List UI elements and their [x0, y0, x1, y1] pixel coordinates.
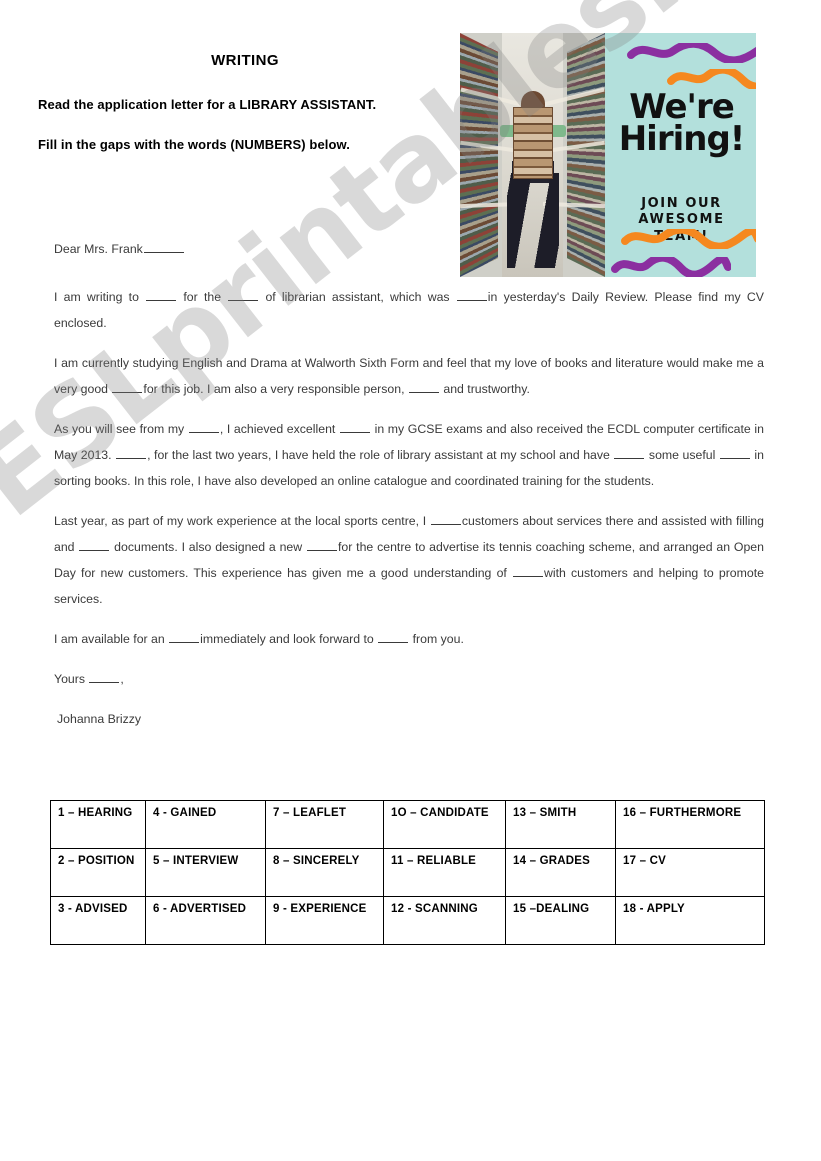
letter-paragraph-2: I am currently studying English and Dram… [54, 350, 764, 402]
wordbank-cell[interactable]: 13 – SMITH [505, 800, 616, 849]
blank-10[interactable] [614, 448, 645, 459]
stack-of-books [512, 107, 553, 179]
letter-signature: Johanna Brizzy [57, 712, 142, 726]
p5-text-c: from you. [409, 632, 464, 646]
wave-orange-bottom-icon [621, 229, 756, 249]
wordbank-cell[interactable]: 2 – POSITION [50, 848, 146, 897]
p3-text-b: , I achieved excellent [219, 422, 339, 436]
p1-text-a: I am writing to [54, 290, 146, 304]
closing-text-after: , [120, 672, 124, 686]
wordbank-cell[interactable]: 8 – SINCERELY [265, 848, 384, 897]
wordbank-cell[interactable]: 17 – CV [615, 848, 765, 897]
blank-15[interactable] [513, 566, 543, 577]
poster-headline-line2: Hiring! [618, 119, 746, 160]
blank-12[interactable] [430, 514, 461, 525]
p4-text-a: Last year, as part of my work experience… [54, 514, 430, 528]
p5-text-a: I am available for an [54, 632, 169, 646]
wordbank-cell[interactable]: 3 - ADVISED [50, 896, 146, 945]
bookshelf-right [567, 33, 605, 277]
library-photo [460, 33, 605, 277]
bookshelf-left [460, 33, 498, 277]
p1-text-b: for the [177, 290, 228, 304]
p5-text-b: immediately and look forward to [200, 632, 378, 646]
blank-18[interactable] [89, 672, 120, 683]
application-letter: Dear Mrs. Frank I am writing to for the … [54, 236, 764, 746]
poster-subline-1: JOIN OUR [641, 196, 722, 211]
table-row: 3 - ADVISED 6 - ADVERTISED 9 - EXPERIENC… [50, 896, 765, 945]
blank-6[interactable] [408, 382, 439, 393]
wordbank-cell[interactable]: 7 – LEAFLET [265, 800, 384, 849]
p4-text-c: documents. I also designed a new [110, 540, 306, 554]
wordbank-cell[interactable]: 6 - ADVERTISED [145, 896, 266, 945]
wave-purple-bottom-icon [611, 257, 731, 277]
p3-text-a: As you will see from my [54, 422, 188, 436]
blank-3[interactable] [228, 290, 259, 301]
blank-1[interactable] [143, 242, 184, 253]
blank-7[interactable] [188, 422, 219, 433]
wordbank-body: 1 – HEARING 4 - GAINED 7 – LEAFLET 1O – … [50, 800, 765, 945]
worksheet-page: WRITING Read the application letter for … [0, 0, 821, 1161]
closing-text-before: Yours [54, 672, 89, 686]
wordbank-cell[interactable]: 9 - EXPERIENCE [265, 896, 384, 945]
blank-2[interactable] [146, 290, 177, 301]
wordbank-cell[interactable]: 16 – FURTHERMORE [615, 800, 765, 849]
table-row: 2 – POSITION 5 – INTERVIEW 8 – SINCERELY… [50, 848, 765, 897]
poster-headline: We're Hiring! [615, 90, 748, 160]
blank-9[interactable] [116, 448, 147, 459]
blank-8[interactable] [339, 422, 370, 433]
letter-paragraph-4: Last year, as part of my work experience… [54, 508, 764, 612]
blank-14[interactable] [306, 540, 337, 551]
p2-text-b: for this job. I am also a very responsib… [143, 382, 408, 396]
p1-text-c: of librarian assistant, which was [259, 290, 456, 304]
instruction-line-2: Fill in the gaps with the words (NUMBERS… [38, 137, 350, 152]
person-legs [506, 173, 559, 268]
p2-text-c: and trustworthy. [439, 382, 530, 396]
wordbank-cell[interactable]: 1O – CANDIDATE [383, 800, 506, 849]
letter-paragraph-5: I am available for an immediately and lo… [54, 626, 764, 652]
letter-paragraph-1: I am writing to for the of librarian ass… [54, 284, 764, 336]
salutation-text: Dear Mrs. Frank [54, 242, 143, 256]
blank-16[interactable] [169, 632, 200, 643]
poster-text-panel: We're Hiring! JOIN OUR AWESOME TEAM! [605, 33, 756, 277]
wordbank-cell[interactable]: 14 – GRADES [505, 848, 616, 897]
blank-4[interactable] [456, 290, 487, 301]
wordbank-cell[interactable]: 18 - APPLY [615, 896, 765, 945]
table-row: 1 – HEARING 4 - GAINED 7 – LEAFLET 1O – … [50, 800, 765, 849]
wordbank-cell[interactable]: 4 - GAINED [145, 800, 266, 849]
wave-purple-top-icon [627, 43, 756, 63]
wordbank-cell[interactable]: 15 –DEALING [505, 896, 616, 945]
letter-paragraph-3: As you will see from my , I achieved exc… [54, 416, 764, 494]
blank-11[interactable] [719, 448, 750, 459]
wordbank-table: 1 – HEARING 4 - GAINED 7 – LEAFLET 1O – … [50, 800, 765, 945]
wordbank-cell[interactable]: 5 – INTERVIEW [145, 848, 266, 897]
p3-text-d: , for the last two years, I have held th… [147, 448, 614, 462]
blank-5[interactable] [112, 382, 143, 393]
wave-orange-top-icon [667, 69, 756, 89]
wordbank-cell[interactable]: 1 – HEARING [50, 800, 146, 849]
p3-text-e: some useful [645, 448, 719, 462]
instruction-line-1: Read the application letter for a LIBRAR… [38, 97, 377, 112]
letter-closing: Yours , [54, 666, 764, 692]
wordbank-cell[interactable]: 11 – RELIABLE [383, 848, 506, 897]
page-title: WRITING [211, 52, 279, 69]
were-hiring-poster: We're Hiring! JOIN OUR AWESOME TEAM! [460, 33, 756, 277]
wordbank-cell[interactable]: 12 - SCANNING [383, 896, 506, 945]
blank-13[interactable] [79, 540, 110, 551]
blank-17[interactable] [378, 632, 409, 643]
